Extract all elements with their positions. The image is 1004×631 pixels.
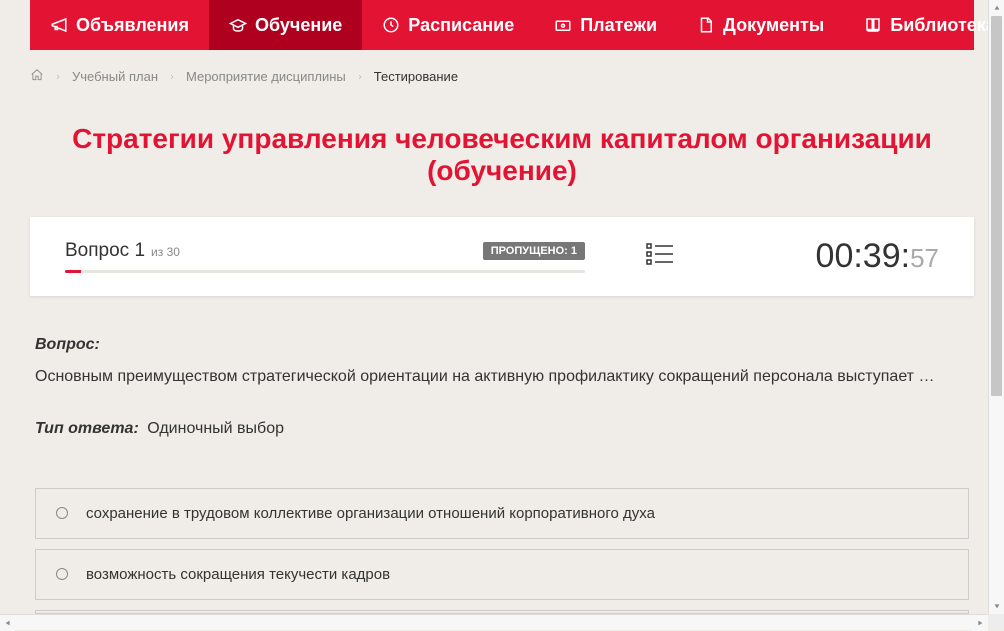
scroll-right-arrow[interactable] (972, 615, 988, 631)
scroll-left-arrow[interactable] (0, 615, 16, 631)
scroll-thumb[interactable] (991, 16, 1002, 396)
nav-item-learning[interactable]: Обучение (209, 0, 362, 50)
option-item[interactable]: возможность сокращения текучести кадров (35, 549, 969, 600)
nav-item-label: Документы (723, 15, 824, 36)
payment-icon (554, 16, 572, 34)
question-text: Основным преимуществом стратегической ор… (35, 364, 969, 390)
breadcrumb-current: Тестирование (374, 69, 458, 84)
nav-item-documents[interactable]: Документы (677, 0, 844, 50)
progress-panel: Вопрос 1 из 30 ПРОПУЩЕНО: 1 00:39:57 (30, 217, 974, 296)
chevron-right-icon (168, 69, 176, 84)
page-title: Стратегии управления человеческим капита… (30, 123, 974, 187)
document-icon (697, 16, 715, 34)
nav-item-payments[interactable]: Платежи (534, 0, 677, 50)
option-text: сохранение в трудовом коллективе организ… (86, 505, 655, 522)
nav-item-library[interactable]: Библиотека (844, 0, 1004, 50)
skipped-badge: ПРОПУЩЕНО: 1 (483, 242, 585, 260)
nav-item-schedule[interactable]: Расписание (362, 0, 534, 50)
nav-item-label: Обучение (255, 15, 342, 36)
scrollbar-vertical[interactable] (988, 0, 1004, 614)
question-header-label: Вопрос: (35, 336, 969, 354)
scrollbar-horizontal[interactable] (0, 614, 988, 630)
radio-icon (56, 507, 68, 519)
scrollbar-corner (988, 614, 1004, 630)
chevron-right-icon (356, 69, 364, 84)
question-counter: Вопрос 1 из 30 (65, 240, 180, 262)
scroll-down-arrow[interactable] (989, 598, 1004, 614)
radio-icon (56, 568, 68, 580)
answer-type-block: Тип ответа: Одиночный выбор (30, 420, 974, 438)
graduation-icon (229, 16, 247, 34)
home-icon[interactable] (30, 68, 44, 85)
chevron-right-icon (54, 69, 62, 84)
nav-item-announcements[interactable]: Объявления (30, 0, 209, 50)
breadcrumb-link[interactable]: Учебный план (72, 69, 158, 84)
progress-info: Вопрос 1 из 30 ПРОПУЩЕНО: 1 (65, 240, 585, 273)
nav-item-label: Объявления (76, 15, 189, 36)
breadcrumb-link[interactable]: Мероприятие дисциплины (186, 69, 346, 84)
answer-type-value: Одиночный выбор (147, 420, 284, 437)
option-item[interactable]: сохранение в трудовом коллективе организ… (35, 488, 969, 539)
nav-item-label: Расписание (408, 15, 514, 36)
megaphone-icon (50, 16, 68, 34)
answer-type-label: Тип ответа: (35, 420, 139, 437)
book-icon (864, 16, 882, 34)
timer-main: 00:39: (816, 237, 911, 276)
scroll-up-arrow[interactable] (989, 0, 1004, 16)
option-item-partial (35, 610, 969, 614)
question-list-icon[interactable] (645, 254, 675, 271)
timer-seconds: 57 (910, 243, 939, 274)
main-nav: Объявления Обучение Расписание Платежи Д… (30, 0, 974, 50)
nav-item-label: Платежи (580, 15, 657, 36)
breadcrumb: Учебный план Мероприятие дисциплины Тест… (30, 50, 974, 103)
timer: 00:39:57 (816, 237, 939, 276)
nav-item-label: Библиотека (890, 15, 996, 36)
progress-bar (65, 270, 585, 273)
options-list: сохранение в трудовом коллективе организ… (30, 488, 974, 614)
option-text: возможность сокращения текучести кадров (86, 566, 390, 583)
question-block: Вопрос: Основным преимуществом стратегич… (30, 336, 974, 390)
clock-icon (382, 16, 400, 34)
